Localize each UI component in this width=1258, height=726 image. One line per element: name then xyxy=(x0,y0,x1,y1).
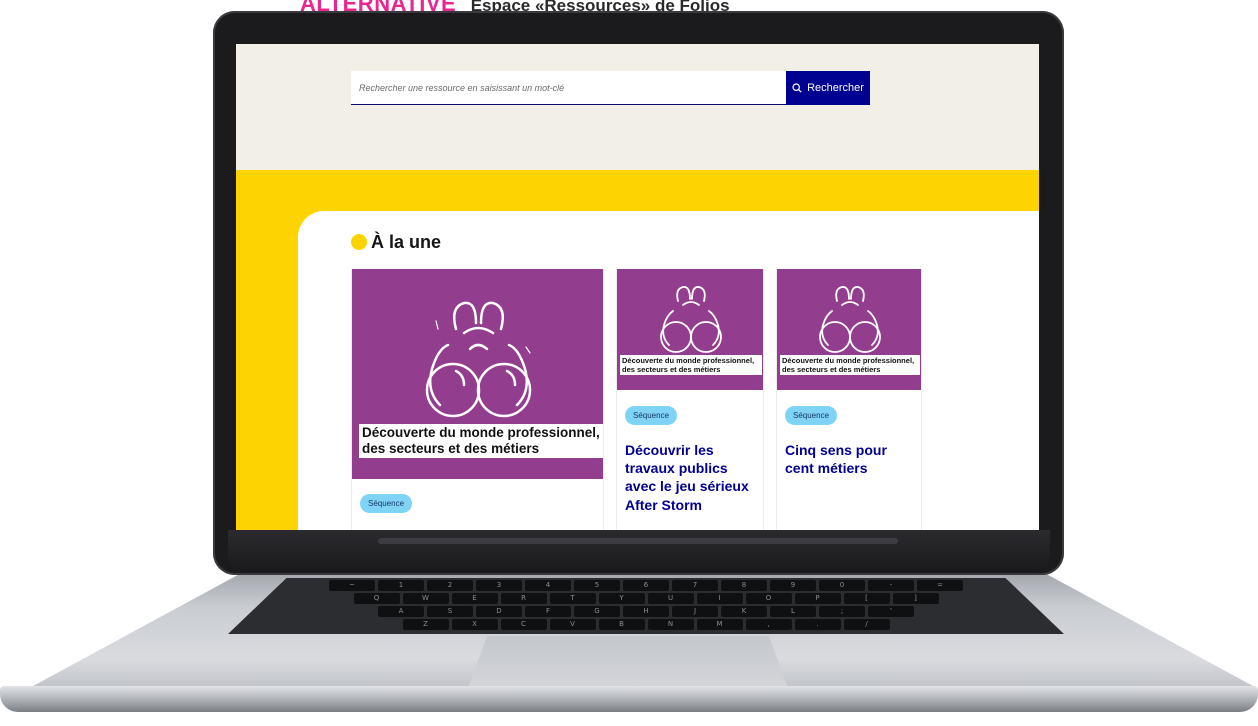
keyboard-key: Q xyxy=(353,593,400,604)
keyboard-key: I xyxy=(696,593,743,604)
keyboard-key: B xyxy=(598,619,645,630)
keyboard-key: N xyxy=(647,619,694,630)
keyboard-key: A xyxy=(378,606,424,617)
resource-card[interactable]: Découverte du monde professionnel, des s… xyxy=(616,269,764,530)
card-image: Découverte du monde professionnel, des s… xyxy=(352,269,603,479)
keyboard-key: ; xyxy=(819,606,865,617)
caption-line: Découverte du monde professionnel, xyxy=(622,356,755,365)
laptop-hinge-strip xyxy=(378,538,898,544)
card-caption: Découverte du monde professionnel, des s… xyxy=(620,355,762,375)
keyboard-key: , xyxy=(745,619,792,630)
keyboard-key: X xyxy=(451,619,498,630)
card-badge: Séquence xyxy=(625,406,677,425)
keyboard-key: [ xyxy=(843,593,890,604)
laptop-screen: Rechercher À la une xyxy=(236,44,1039,530)
card-badge: Séquence xyxy=(360,494,412,513)
caption-line: des secteurs et des métiers xyxy=(622,365,721,374)
caption-line: Découverte du monde professionnel, xyxy=(362,425,600,440)
keyboard-key: / xyxy=(843,619,890,630)
keyboard-key: M xyxy=(696,619,743,630)
keyboard-key: G xyxy=(574,606,620,617)
keyboard-key: 0 xyxy=(819,580,865,591)
keyboard-key: 1 xyxy=(378,580,424,591)
keyboard-key: 5 xyxy=(574,580,620,591)
keyboard-key: E xyxy=(451,593,498,604)
card-image: Découverte du monde professionnel, des s… xyxy=(617,269,763,390)
keyboard-key: Y xyxy=(598,593,645,604)
keyboard-key: ' xyxy=(868,606,914,617)
section-heading: À la une xyxy=(351,230,441,254)
keyboard-key: R xyxy=(500,593,547,604)
binoculars-icon xyxy=(819,286,881,353)
keyboard-key: H xyxy=(623,606,669,617)
keyboard-key: O xyxy=(745,593,792,604)
keyboard-key: - xyxy=(868,580,914,591)
keyboard-key: P xyxy=(794,593,841,604)
search-bar: Rechercher xyxy=(351,71,870,105)
keyboard-key: = xyxy=(917,580,963,591)
caption-line: des secteurs et des métiers xyxy=(362,441,540,457)
keyboard-key: D xyxy=(476,606,522,617)
binoculars-icon xyxy=(425,301,532,418)
keyboard-key: 4 xyxy=(525,580,571,591)
keyboard-key: U xyxy=(647,593,694,604)
keyboard-key: ] xyxy=(892,593,939,604)
card-title[interactable]: Découvrir les travaux publics avec le je… xyxy=(625,441,761,514)
keyboard-key: ~ xyxy=(329,580,375,591)
search-button[interactable]: Rechercher xyxy=(786,71,870,105)
laptop-base-edge xyxy=(0,686,1258,712)
keyboard-key: L xyxy=(770,606,816,617)
keyboard-key: K xyxy=(721,606,767,617)
keyboard-key: J xyxy=(672,606,718,617)
keyboard-key: 3 xyxy=(476,580,522,591)
card-badge: Séquence xyxy=(785,406,837,425)
keyboard-key: 9 xyxy=(770,580,816,591)
keyboard-key: Z xyxy=(402,619,449,630)
keyboard-key: C xyxy=(500,619,547,630)
keyboard-key: . xyxy=(794,619,841,630)
caption-line: des secteurs et des métiers xyxy=(782,365,881,374)
yellow-dot-icon xyxy=(351,234,367,250)
keyboard-key: 8 xyxy=(721,580,767,591)
section-title: À la une xyxy=(371,231,442,252)
keyboard-key: S xyxy=(427,606,473,617)
keyboard-key: T xyxy=(549,593,596,604)
keyboard-key: V xyxy=(549,619,596,630)
resource-card[interactable]: Découverte du monde professionnel, des s… xyxy=(776,269,922,530)
keyboard-key: 6 xyxy=(623,580,669,591)
keyboard-key: 7 xyxy=(672,580,718,591)
binoculars-icon xyxy=(660,286,722,353)
card-image: Découverte du monde professionnel, des s… xyxy=(777,269,921,390)
card-title[interactable]: Cinq sens pour cent métiers xyxy=(785,441,919,477)
keyboard-key: F xyxy=(525,606,571,617)
card-caption: Découverte du monde professionnel, des s… xyxy=(359,424,603,459)
caption-line: Découverte du monde professionnel, xyxy=(782,356,915,365)
card-caption: Découverte du monde professionnel, des s… xyxy=(780,355,920,375)
search-icon xyxy=(792,83,802,93)
search-input[interactable] xyxy=(351,71,786,105)
search-button-label: Rechercher xyxy=(807,82,864,94)
laptop-hinge xyxy=(228,530,1050,572)
laptop-trackpad xyxy=(468,636,788,688)
keyboard-key: W xyxy=(402,593,449,604)
resource-card[interactable]: Découverte du monde professionnel, des s… xyxy=(351,269,604,530)
keyboard-key: 2 xyxy=(427,580,473,591)
laptop-keyboard: ~1 2 3 4 5 6 7 8 9 0- = Q W E R T Y U I O P[] A S D F G H J K L; ' Z… xyxy=(228,578,1064,634)
